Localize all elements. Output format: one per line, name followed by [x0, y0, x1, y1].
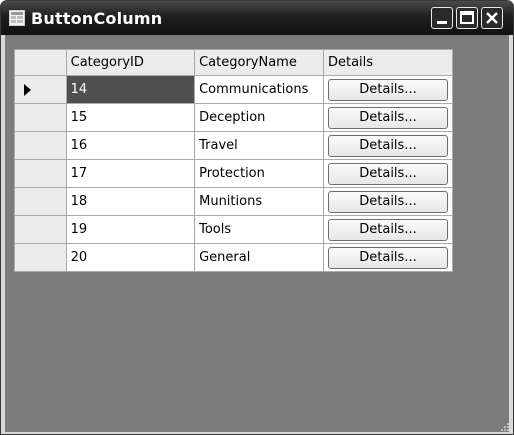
details-button[interactable]: Details...: [327, 218, 448, 241]
resize-grip-icon[interactable]: [500, 422, 510, 432]
maximize-icon: [460, 11, 474, 24]
table-row[interactable]: 14 Communications Details...: [14, 75, 454, 104]
main-window: ButtonColumn CategoryID CategoryName Det…: [0, 0, 514, 435]
current-row-arrow-icon: [24, 83, 31, 96]
column-header-categoryid[interactable]: CategoryID: [65, 49, 196, 76]
cell-details: Details...: [322, 243, 454, 272]
window-border-right: [509, 35, 513, 434]
minimize-icon: [437, 21, 447, 24]
row-header[interactable]: [14, 103, 67, 132]
details-button[interactable]: Details...: [327, 106, 448, 129]
cell-categoryid[interactable]: 16: [65, 131, 196, 160]
cell-categoryname[interactable]: Protection: [194, 159, 324, 188]
details-button[interactable]: Details...: [327, 246, 448, 269]
row-header[interactable]: [14, 131, 67, 160]
table-row[interactable]: 20 General Details...: [14, 243, 454, 272]
table-row[interactable]: 19 Tools Details...: [14, 215, 454, 244]
close-button[interactable]: [481, 7, 503, 29]
cell-categoryid[interactable]: 20: [65, 243, 196, 272]
title-bar[interactable]: ButtonColumn: [1, 1, 513, 35]
cell-categoryname[interactable]: Travel: [194, 131, 324, 160]
details-button[interactable]: Details...: [327, 162, 448, 185]
maximize-button[interactable]: [456, 7, 478, 29]
cell-categoryname[interactable]: Munitions: [194, 187, 324, 216]
details-button[interactable]: Details...: [327, 134, 448, 157]
data-grid[interactable]: CategoryID CategoryName Details 14 Commu…: [14, 49, 454, 272]
table-row[interactable]: 16 Travel Details...: [14, 131, 454, 160]
column-header-categoryname[interactable]: CategoryName: [194, 49, 324, 76]
details-button[interactable]: Details...: [327, 78, 448, 101]
cell-details: Details...: [322, 215, 454, 244]
cell-categoryid[interactable]: 14: [65, 75, 196, 104]
row-header[interactable]: [14, 215, 67, 244]
cell-details: Details...: [322, 103, 454, 132]
row-header[interactable]: [14, 187, 67, 216]
table-row[interactable]: 18 Munitions Details...: [14, 187, 454, 216]
cell-categoryname[interactable]: General: [194, 243, 324, 272]
cell-categoryname[interactable]: Tools: [194, 215, 324, 244]
window-title: ButtonColumn: [31, 9, 163, 28]
cell-categoryid[interactable]: 15: [65, 103, 196, 132]
details-button[interactable]: Details...: [327, 190, 448, 213]
cell-details: Details...: [322, 159, 454, 188]
top-left-header-cell[interactable]: [14, 49, 67, 76]
cell-categoryname[interactable]: Communications: [194, 75, 324, 104]
row-header[interactable]: [14, 243, 67, 272]
cell-categoryid[interactable]: 17: [65, 159, 196, 188]
minimize-button[interactable]: [431, 7, 453, 29]
row-header[interactable]: [14, 159, 67, 188]
cell-details: Details...: [322, 131, 454, 160]
column-header-details[interactable]: Details: [322, 49, 454, 76]
cell-categoryname[interactable]: Deception: [194, 103, 324, 132]
cell-details: Details...: [322, 75, 454, 104]
close-icon: [486, 12, 498, 24]
row-header[interactable]: [14, 75, 67, 104]
table-row[interactable]: 17 Protection Details...: [14, 159, 454, 188]
column-header-row: CategoryID CategoryName Details: [14, 49, 454, 76]
cell-categoryid[interactable]: 19: [65, 215, 196, 244]
cell-details: Details...: [322, 187, 454, 216]
grid-app-icon[interactable]: [9, 10, 25, 26]
cell-categoryid[interactable]: 18: [65, 187, 196, 216]
table-row[interactable]: 15 Deception Details...: [14, 103, 454, 132]
